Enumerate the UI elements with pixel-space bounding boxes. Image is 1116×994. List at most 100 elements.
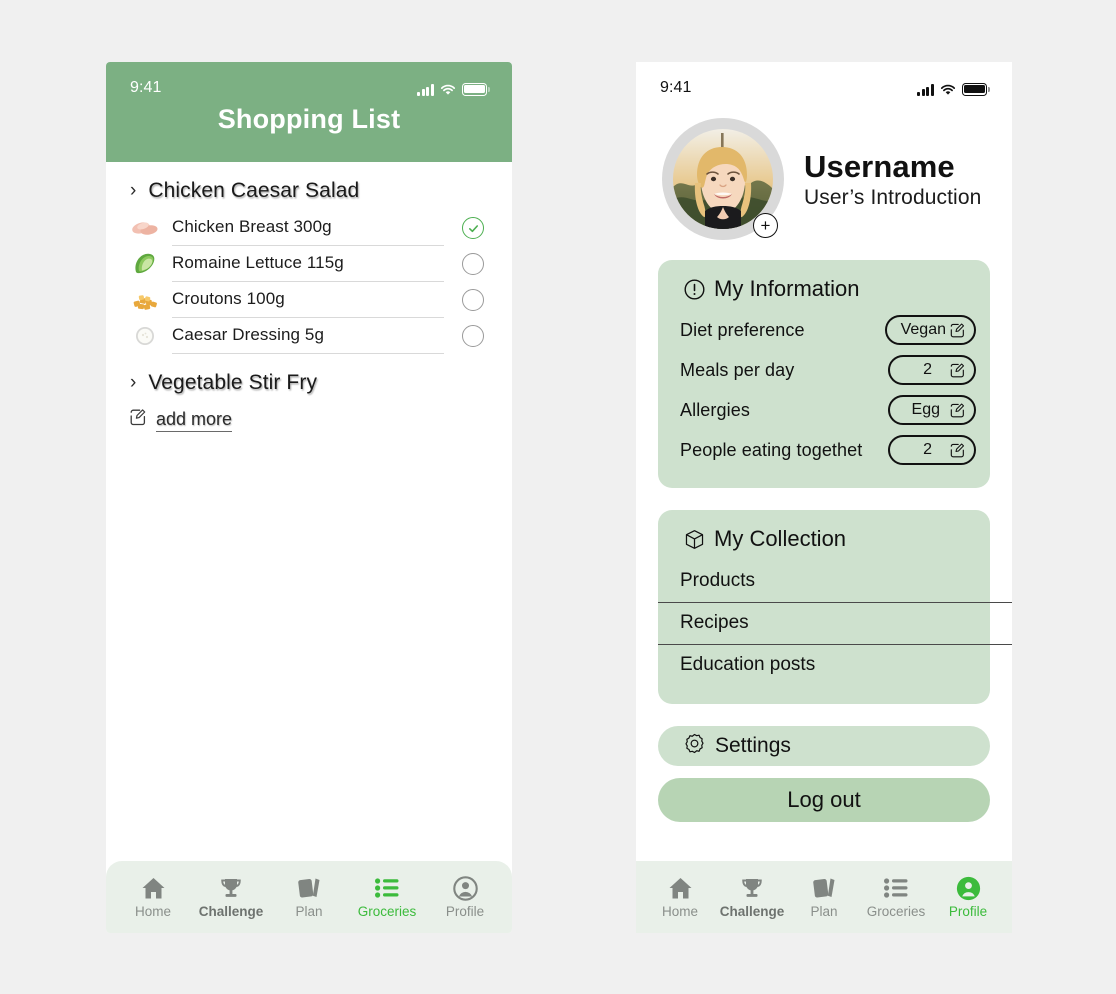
info-row-people-eating-together: People eating togethet 2 (658, 430, 990, 470)
collection-item-label: Recipes (680, 612, 749, 633)
group-header-vegetable-stir-fry[interactable]: › Vegetable Stir Fry (106, 368, 512, 398)
home-icon (668, 875, 693, 901)
logout-button[interactable]: Log out (658, 778, 990, 822)
list-icon (375, 875, 399, 901)
pill-value: Egg (911, 401, 940, 418)
tab-home[interactable]: Home (118, 875, 188, 919)
tab-label: Home (134, 904, 171, 919)
edit-pencil-icon[interactable] (950, 443, 965, 458)
tab-label: Plan (810, 904, 838, 919)
pill-value: 2 (923, 441, 932, 458)
status-bar: 9:41 (636, 62, 1012, 104)
status-time: 9:41 (130, 79, 162, 96)
collection-item-label: Products (680, 570, 755, 591)
bottom-tab-bar: Home Challenge Plan Groceries Profile (106, 861, 512, 933)
avatar[interactable]: + (662, 118, 784, 240)
group-title: Vegetable Stir Fry (148, 371, 318, 394)
battery-cap (488, 86, 490, 92)
pill-value: Vegan (900, 321, 946, 338)
info-row-meals-per-day: Meals per day 2 (658, 350, 990, 390)
status-bar: 9:41 (106, 62, 512, 104)
profile-text: Username User’s Introduction (804, 149, 981, 210)
add-more-button[interactable]: add more (106, 408, 512, 432)
my-information-card: My Information Diet preference Vegan Mea… (658, 260, 990, 488)
list-icon (884, 875, 908, 901)
page-title: Shopping List (217, 104, 401, 134)
tab-profile[interactable]: Profile (430, 875, 500, 919)
info-label: Allergies (680, 399, 750, 420)
item-line: Caesar Dressing 5g (172, 318, 444, 354)
cards-icon (811, 875, 837, 901)
item-checkbox[interactable] (462, 289, 484, 311)
trophy-icon (219, 875, 243, 901)
item-checkbox-checked[interactable] (462, 217, 484, 239)
caesar-dressing-thumb (130, 323, 160, 349)
item-name: Caesar Dressing 5g (172, 324, 325, 344)
card-title-label: My Collection (714, 526, 847, 551)
edit-pencil-icon[interactable] (950, 323, 965, 338)
cards-icon (296, 875, 322, 901)
collection-item-products[interactable]: Products (658, 560, 990, 602)
trophy-icon (740, 875, 764, 901)
tab-challenge[interactable]: Challenge (196, 875, 266, 919)
cellular-bars-icon (416, 83, 434, 96)
romaine-lettuce-thumb (130, 251, 160, 277)
screenshot-stage: 9:41 Shopping List › Chicken Caesar Sala… (0, 0, 1116, 994)
allergies-value-button[interactable]: Egg (888, 395, 976, 425)
battery-full-icon (962, 83, 987, 96)
chevron-right-icon[interactable]: › (130, 373, 136, 392)
wifi-icon (940, 84, 956, 96)
info-label: People eating togethet (680, 439, 863, 460)
meals-per-day-value-button[interactable]: 2 (888, 355, 976, 385)
group-header-chicken-caesar-salad[interactable]: › Chicken Caesar Salad (106, 176, 512, 206)
tab-label: Profile (445, 904, 485, 919)
item-checkbox[interactable] (462, 325, 484, 347)
bottom-tab-bar: Home Challenge Plan Groceries Profile (636, 861, 1012, 933)
tab-groceries[interactable]: Groceries (861, 875, 931, 919)
list-item[interactable]: Chicken Breast 300g (106, 210, 512, 246)
tab-label: Groceries (357, 904, 417, 919)
item-name: Croutons 100g (172, 288, 285, 308)
collection-item-recipes[interactable]: Recipes (658, 602, 1012, 644)
collection-item-label: Education posts (680, 654, 816, 675)
item-name: Romaine Lettuce 115g (172, 252, 344, 272)
home-icon (141, 875, 166, 901)
info-row-diet-preference: Diet preference Vegan (658, 310, 990, 350)
tab-label: Home (661, 904, 698, 919)
collection-item-education-posts[interactable]: Education posts (658, 644, 1012, 686)
tab-profile[interactable]: Profile (933, 875, 1003, 919)
status-icons (416, 81, 490, 96)
phone-groceries-screen: 9:41 Shopping List › Chicken Caesar Sala… (106, 62, 512, 933)
tab-label: Groceries (866, 904, 926, 919)
item-line: Croutons 100g (172, 282, 444, 318)
chevron-right-icon[interactable]: › (130, 181, 136, 200)
battery-full-icon (462, 83, 487, 96)
tab-plan[interactable]: Plan (789, 875, 859, 919)
info-label: Meals per day (680, 359, 795, 380)
tab-challenge[interactable]: Challenge (717, 875, 787, 919)
settings-button[interactable]: Settings (658, 726, 990, 766)
list-item[interactable]: Caesar Dressing 5g (106, 318, 512, 354)
edit-pencil-icon[interactable] (950, 403, 965, 418)
settings-label: Settings (715, 734, 791, 757)
item-checkbox[interactable] (462, 253, 484, 275)
wifi-icon (440, 84, 456, 96)
add-more-label: add more (156, 408, 233, 432)
card-title: My Information (658, 260, 990, 310)
logout-label: Log out (787, 787, 861, 812)
diet-preference-value-button[interactable]: Vegan (884, 315, 976, 345)
card-title: My Collection (658, 510, 990, 560)
list-item[interactable]: Romaine Lettuce 115g (106, 246, 512, 282)
tab-label: Challenge (198, 904, 264, 919)
item-line: Chicken Breast 300g (172, 210, 444, 246)
status-icons (916, 81, 990, 96)
tab-groceries[interactable]: Groceries (352, 875, 422, 919)
list-item[interactable]: Croutons 100g (106, 282, 512, 318)
tab-plan[interactable]: Plan (274, 875, 344, 919)
battery-cap (988, 86, 990, 92)
cellular-bars-icon (916, 83, 934, 96)
add-photo-plus-icon[interactable]: + (753, 213, 778, 238)
tab-home[interactable]: Home (645, 875, 715, 919)
people-eating-together-value-button[interactable]: 2 (888, 435, 976, 465)
edit-pencil-icon[interactable] (950, 363, 965, 378)
